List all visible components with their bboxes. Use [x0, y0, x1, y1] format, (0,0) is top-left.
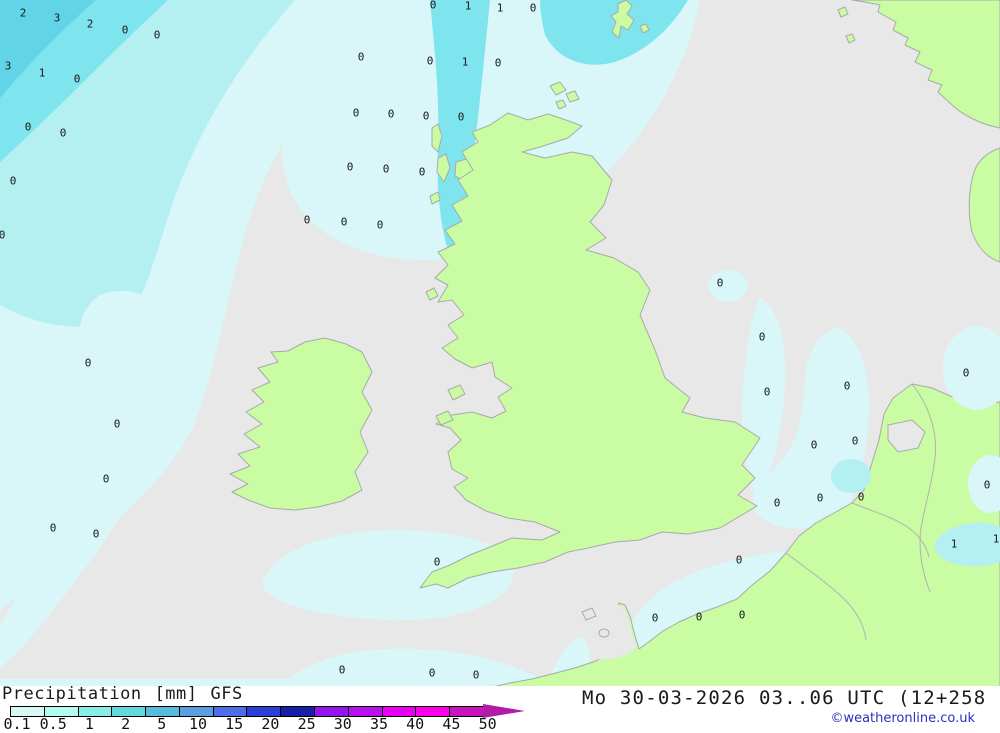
precip-value-label: 0 — [738, 608, 746, 622]
precip-value-label: 0 — [429, 0, 437, 12]
precip-value-label: 2 — [86, 17, 94, 31]
precip-value-label: 0 — [340, 215, 348, 229]
precip-value-label: 0 — [816, 491, 824, 505]
precip-value-label: 0 — [92, 527, 100, 541]
scale-tick-label: 40 — [406, 715, 425, 733]
precip-value-label: 0 — [376, 218, 384, 232]
legend-model: GFS — [210, 684, 243, 704]
precip-value-label: 0 — [843, 379, 851, 393]
precip-value-label: 0 — [338, 663, 346, 677]
scale-tick-label: 10 — [188, 715, 208, 733]
precip-value-label: 0 — [357, 50, 365, 64]
precip-value-label: 0 — [346, 160, 354, 174]
precip-value-label: 0 — [73, 72, 81, 86]
precip-value-label: 0 — [59, 126, 67, 140]
precip-value-label: 0 — [121, 23, 129, 37]
precip-value-label: 0 — [428, 666, 436, 680]
precip-value-label: 0 — [962, 366, 970, 380]
precip-value-label: 0 — [303, 213, 311, 227]
valid-datetime: Mo 30-03-2026 03..06 UTC (12+258 — [582, 687, 987, 709]
precip-value-label: 1 — [464, 0, 472, 13]
scale-tick-label: 2 — [121, 715, 131, 733]
precip-value-label: 0 — [983, 478, 991, 492]
scale-tick-label: 20 — [261, 715, 280, 733]
precip-value-label: 0 — [9, 174, 17, 188]
precip-value-label: 0 — [153, 28, 161, 42]
precip-value-label: 0 — [716, 276, 724, 290]
precip-value-label: 0 — [84, 356, 92, 370]
weather-map-page: 2320031000000000001100010000000000000000… — [0, 0, 1000, 733]
precip-value-label: 0 — [49, 521, 57, 535]
scale-tick-label: 15 — [225, 715, 244, 733]
legend-unit: [mm] — [154, 684, 198, 704]
precip-value-label: 0 — [0, 228, 6, 242]
scale-tick-label: 5 — [157, 715, 167, 733]
precip-value-label: 0 — [735, 553, 743, 567]
scale-tick-label: 0.1 — [3, 715, 31, 733]
precip-value-label: 0 — [352, 106, 360, 120]
legend-title: Precipitation [mm] GFS — [2, 684, 243, 704]
precip-value-label: 0 — [529, 1, 537, 15]
scale-tick-label: 30 — [333, 715, 352, 733]
precip-value-label: 0 — [426, 54, 434, 68]
precip-value-label: 0 — [695, 610, 703, 624]
precip-value-label: 0 — [810, 438, 818, 452]
precip-value-label: 0 — [113, 417, 121, 431]
precip-value-label: 0 — [102, 472, 110, 486]
precip-value-label: 0 — [387, 107, 395, 121]
precip-value-label: 1 — [950, 537, 958, 551]
scale-tick-label: 1 — [84, 715, 94, 733]
precip-value-label: 1 — [992, 532, 1000, 546]
precip-value-label: 1 — [496, 1, 504, 15]
precip-value-label: 0 — [422, 109, 430, 123]
precip-value-label: 3 — [4, 59, 12, 73]
precip-value-label: 3 — [53, 11, 61, 25]
map-area: 2 3 2 0 0 3 1 0 0 0 0 0 0 0 0 0 0 0 1 1 0 0 0 1 0 0 0 0 0 0 0 0 0 0 0 0 0 0 0 0… — [0, 0, 1000, 687]
precip-value-label: 0 — [418, 165, 426, 179]
precip-value-label: 0 — [857, 490, 865, 504]
scale-tick-label: 50 — [478, 715, 497, 733]
precip-value-label: 1 — [461, 55, 469, 69]
precip-value-label: 0 — [24, 120, 32, 134]
scale-tick-label: 45 — [442, 715, 461, 733]
scale-tick-label: 35 — [369, 715, 389, 733]
scale-tick-label: 0.5 — [39, 715, 67, 733]
precip-value-label: 0 — [758, 330, 766, 344]
weather-map — [0, 0, 1000, 687]
precip-value-label: 0 — [494, 56, 502, 70]
legend-parameter: Precipitation — [2, 684, 142, 704]
scale-cell — [78, 707, 113, 716]
precip-value-label: 0 — [472, 668, 480, 682]
precip-value-label: 0 — [433, 555, 441, 569]
precip-value-label: 0 — [763, 385, 771, 399]
precip-value-label: 0 — [651, 611, 659, 625]
precip-value-label: 0 — [382, 162, 390, 176]
precip-value-label: 1 — [38, 66, 46, 80]
precip-value-label: 0 — [851, 434, 859, 448]
precip-value-label: 2 — [19, 6, 27, 20]
copyright-link[interactable]: ©weatheronline.co.uk — [830, 711, 975, 726]
scale-tick-label: 25 — [297, 715, 316, 733]
precip-value-label: 0 — [773, 496, 781, 510]
precip-value-label: 0 — [457, 110, 465, 124]
